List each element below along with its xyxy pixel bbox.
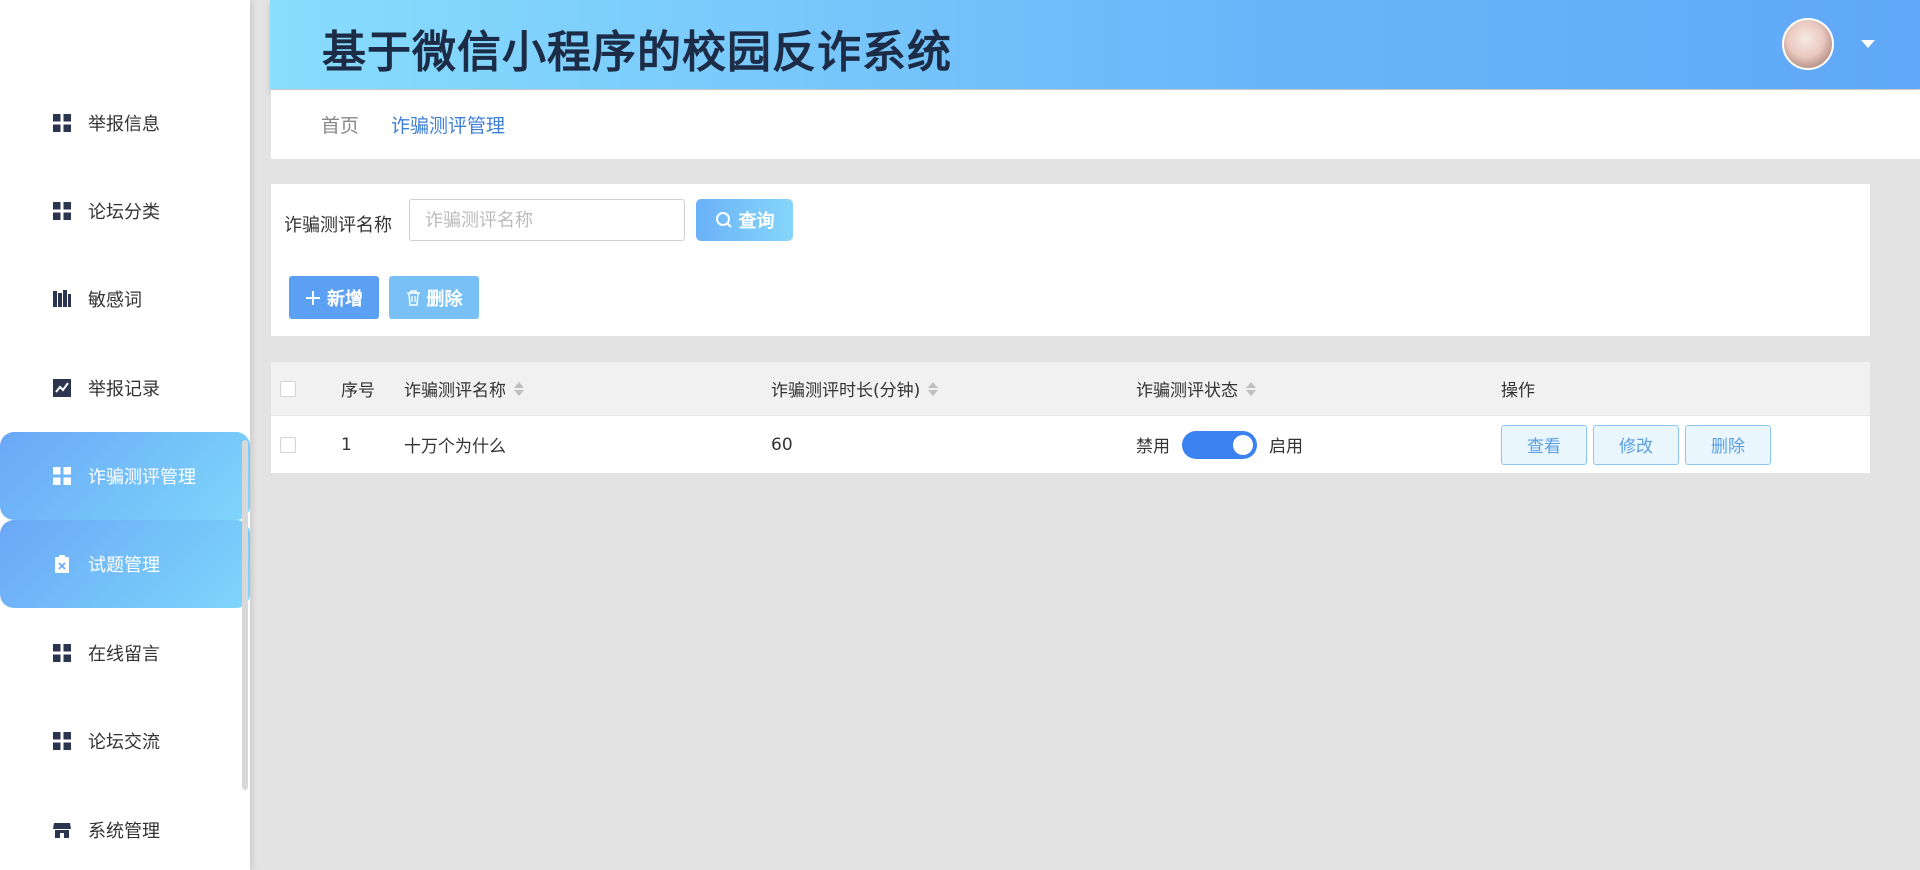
cell-index: 1 — [341, 434, 352, 455]
store-icon — [52, 820, 72, 840]
search-button[interactable]: 查询 — [696, 199, 793, 241]
column-header-status-label: 诈骗测评状态 — [1136, 381, 1238, 401]
add-button-label: 新增 — [327, 288, 363, 309]
select-all-checkbox[interactable] — [280, 380, 296, 397]
column-header-name[interactable]: 诈骗测评名称 — [404, 362, 524, 415]
sidebar-item-label: 试题管理 — [88, 555, 160, 576]
sidebar-item-label: 举报信息 — [88, 114, 160, 135]
cell-actions: 查看 修改 删除 — [1501, 416, 1777, 473]
search-button-label: 查询 — [738, 211, 775, 231]
sidebar: 举报信息 论坛分类 敏感词 举报记录 诈骗测评管理 试题管理 在线留言 论坛交流… — [0, 0, 250, 870]
sidebar-item-forum-category[interactable]: 论坛分类 — [0, 167, 250, 255]
grid-icon — [52, 201, 72, 221]
trash-icon — [406, 289, 420, 306]
plus-icon — [306, 290, 320, 305]
column-header-duration-label: 诈骗测评时长(分钟) — [771, 381, 921, 401]
sort-icon[interactable] — [928, 381, 939, 396]
search-label: 诈骗测评名称 — [284, 215, 392, 236]
sidebar-scrollbar[interactable] — [242, 440, 248, 790]
breadcrumb-home-link[interactable]: 首页 — [321, 111, 359, 138]
grid-icon — [52, 643, 72, 663]
table-header: 序号 诈骗测评名称 诈骗测评时长(分钟) 诈骗测评状态 操作 — [271, 362, 1870, 416]
grid-icon — [52, 466, 72, 486]
breadcrumb-current: 诈骗测评管理 — [391, 115, 506, 137]
delete-button-label: 删除 — [426, 288, 463, 309]
sidebar-item-report-info[interactable]: 举报信息 — [0, 79, 250, 167]
column-header-name-label: 诈骗测评名称 — [404, 381, 506, 401]
sidebar-item-label: 论坛交流 — [88, 732, 160, 753]
sidebar-item-fraud-assessment[interactable]: 诈骗测评管理 — [0, 432, 250, 520]
sidebar-item-system-management[interactable]: 系统管理 — [0, 786, 250, 870]
search-icon — [715, 212, 732, 228]
delete-button[interactable]: 删除 — [389, 276, 479, 319]
sidebar-item-question-management[interactable]: 试题管理 — [0, 520, 250, 608]
edit-button[interactable]: 修改 — [1593, 424, 1679, 465]
cell-duration: 60 — [771, 434, 793, 455]
top-header: 基于微信小程序的校园反诈系统 — [270, 0, 1920, 89]
cell-name: 十万个为什么 — [404, 437, 506, 457]
status-toggle[interactable] — [1182, 430, 1257, 459]
column-header-duration[interactable]: 诈骗测评时长(分钟) — [771, 362, 939, 415]
books-icon — [52, 289, 72, 309]
grid-icon — [52, 731, 72, 751]
table-row: 1 十万个为什么 60 禁用 启用 查看 修改 删除 — [271, 416, 1870, 473]
sidebar-item-label: 举报记录 — [88, 379, 160, 400]
row-checkbox[interactable] — [280, 436, 296, 453]
sidebar-item-label: 诈骗测评管理 — [88, 467, 196, 488]
sidebar-item-forum-exchange[interactable]: 论坛交流 — [0, 697, 250, 785]
avatar[interactable] — [1782, 18, 1834, 70]
toggle-knob — [1233, 434, 1253, 455]
data-table: 序号 诈骗测评名称 诈骗测评时长(分钟) 诈骗测评状态 操作 1 十万个为什么 … — [271, 362, 1870, 473]
sidebar-item-report-records[interactable]: 举报记录 — [0, 344, 250, 432]
app-title: 基于微信小程序的校园反诈系统 — [322, 27, 952, 78]
clipboard-x-icon — [52, 554, 72, 574]
grid-icon — [52, 113, 72, 133]
view-button[interactable]: 查看 — [1501, 424, 1587, 465]
column-header-status[interactable]: 诈骗测评状态 — [1136, 362, 1256, 415]
row-checkbox-cell — [280, 416, 296, 473]
sort-icon[interactable] — [514, 381, 524, 396]
sidebar-item-label: 论坛分类 — [88, 202, 160, 223]
breadcrumb: 首页 诈骗测评管理 — [271, 90, 1920, 159]
trend-chart-icon — [52, 378, 72, 398]
search-panel: 诈骗测评名称 查询 新增 删除 — [271, 184, 1870, 336]
sort-icon[interactable] — [1246, 381, 1256, 396]
select-all-checkbox-cell — [280, 362, 296, 415]
status-off-label: 禁用 — [1136, 437, 1170, 457]
column-header-actions: 操作 — [1501, 381, 1535, 401]
add-button[interactable]: 新增 — [289, 276, 379, 319]
sidebar-item-label: 敏感词 — [88, 290, 142, 311]
sidebar-item-online-message[interactable]: 在线留言 — [0, 609, 250, 697]
sidebar-item-sensitive-words[interactable]: 敏感词 — [0, 255, 250, 343]
search-input[interactable] — [409, 199, 685, 241]
cell-status: 禁用 启用 — [1136, 416, 1303, 473]
chevron-down-icon[interactable] — [1861, 40, 1875, 48]
column-header-index: 序号 — [341, 381, 375, 401]
sidebar-item-label: 系统管理 — [88, 821, 160, 842]
row-delete-button[interactable]: 删除 — [1685, 424, 1771, 465]
sidebar-item-label: 在线留言 — [88, 644, 160, 665]
status-on-label: 启用 — [1269, 437, 1303, 457]
